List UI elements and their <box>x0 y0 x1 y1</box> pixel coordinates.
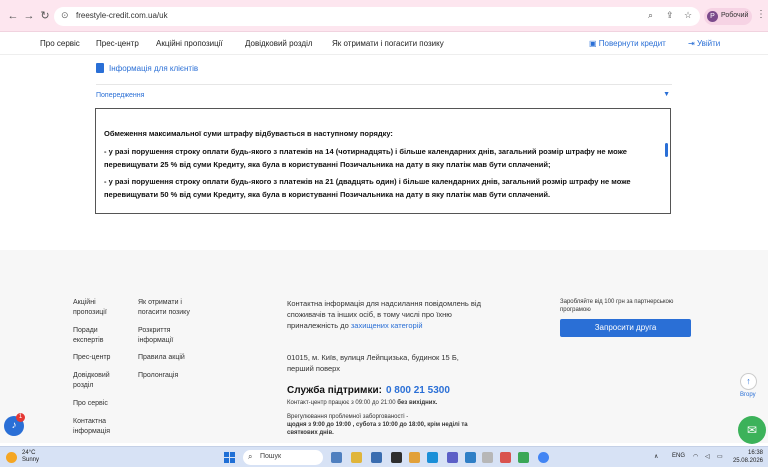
scroll-up-icon[interactable]: ↑ <box>740 373 757 390</box>
contact-center-hours: Контакт-центр працює з 09:00 до 21:00 бе… <box>287 400 438 406</box>
document-icon <box>96 63 104 73</box>
login-link[interactable]: ⇥ Увійти <box>688 39 720 48</box>
chrome-icon[interactable] <box>538 452 549 463</box>
nav-about[interactable]: Про сервіс <box>40 39 80 48</box>
scroll-up-label[interactable]: Вгору <box>740 392 756 398</box>
footer-link[interactable]: Контактна інформація <box>73 417 123 437</box>
support-phone[interactable]: 0 800 21 5300 <box>386 385 450 396</box>
footer-link[interactable]: Довідковий розділ <box>73 371 123 391</box>
share-icon[interactable]: ⇪ <box>666 10 674 21</box>
notification-badge: 1 <box>16 413 25 422</box>
accordion-title: Попередження <box>96 92 145 99</box>
weather-widget[interactable]: 24°C Sunny <box>22 450 39 464</box>
footer-link[interactable]: Поради експертів <box>73 326 123 346</box>
notification-bell-icon[interactable]: ♪ 1 <box>4 413 25 436</box>
profile-button[interactable]: Р Робочий <box>704 8 752 25</box>
protected-categories-link[interactable]: захищених категорій <box>351 321 423 330</box>
support-line: Служба підтримки: 0 800 21 5300 <box>287 385 450 396</box>
app-icon[interactable] <box>391 452 402 463</box>
taskbar: 24°C Sunny ⌕ Пошук ∧ ENG ◠ ◁ ▭ 16:38 25.08… <box>0 446 768 467</box>
menu-icon[interactable]: ⋮ <box>756 9 766 20</box>
app-icon[interactable] <box>331 452 342 463</box>
battery-icon[interactable]: ▭ <box>717 453 723 460</box>
partner-promo-text: Заробляйте від 100 грн за партнерською п… <box>560 299 674 313</box>
taskbar-search[interactable]: ⌕ Пошук <box>243 450 323 465</box>
card-icon: ▣ <box>589 39 599 48</box>
profile-label: Робочий <box>721 12 749 19</box>
nav-press[interactable]: Прес-центр <box>96 39 139 48</box>
app-icon[interactable] <box>518 452 529 463</box>
language-indicator[interactable]: ENG <box>672 453 685 459</box>
warning-paragraph: - у разі порушення строку оплати будь-як… <box>104 177 631 199</box>
nav-how-to-get[interactable]: Як отримати і погасити позику <box>332 39 444 48</box>
search-icon: ⌕ <box>248 452 253 461</box>
app-icon[interactable] <box>482 452 493 463</box>
app-icon[interactable] <box>500 452 511 463</box>
warning-accordion-header[interactable]: Попередження ▼ <box>96 84 672 104</box>
back-icon[interactable]: ← <box>6 9 20 23</box>
warning-paragraph: Обмеження максимальної суми штрафу відбу… <box>104 129 393 138</box>
address: 01015, м. Київ, вулиця Лейпцизька, будин… <box>287 353 459 373</box>
app-icon[interactable] <box>427 452 438 463</box>
reload-icon[interactable]: ↻ <box>38 9 52 23</box>
chat-icon[interactable]: ✉ <box>738 416 766 444</box>
address-bar[interactable]: ⊙ freestyle-credit.com.ua/uk ⌕ ⇪ ☆ <box>54 7 700 26</box>
invite-friend-button[interactable]: Запросити друга <box>560 319 691 337</box>
info-for-clients-link[interactable]: Інформація для клієнтів <box>96 63 198 73</box>
footer-link[interactable]: Прес-центр <box>73 353 123 363</box>
footer-link[interactable]: Як отримати і погасити позику <box>138 298 203 318</box>
scrollbar-thumb[interactable] <box>665 143 668 157</box>
warning-text-box[interactable]: Обмеження максимальної суми штрафу відбу… <box>95 108 671 214</box>
tray-chevron-icon[interactable]: ∧ <box>654 453 658 460</box>
footer-link[interactable]: Пролонгація <box>138 371 203 381</box>
debt-settlement-hours: Врегулювання проблемної заборгованості -… <box>287 414 468 436</box>
clock[interactable]: 16:38 25.08.2026 <box>731 449 763 465</box>
login-icon: ⇥ <box>688 39 697 48</box>
footer-link[interactable]: Розкриття інформації <box>138 326 203 346</box>
zoom-icon[interactable]: ⌕ <box>648 10 653 21</box>
contact-info: Контактна інформація для надсилання пові… <box>287 299 481 330</box>
forward-icon[interactable]: → <box>22 9 36 23</box>
app-icon[interactable] <box>465 452 476 463</box>
return-credit-link[interactable]: ▣ Повернути кредит <box>589 39 666 48</box>
avatar: Р <box>707 11 718 22</box>
volume-icon[interactable]: ◁ <box>705 453 710 460</box>
chevron-down-icon: ▼ <box>663 91 670 98</box>
nav-promos[interactable]: Акційні пропозиції <box>156 39 223 48</box>
footer-link[interactable]: Про сервіс <box>73 399 123 409</box>
footer-link[interactable]: Акційні пропозиції <box>73 298 123 318</box>
app-icon[interactable] <box>351 452 362 463</box>
windows-start-icon[interactable] <box>224 452 235 463</box>
app-icon[interactable] <box>447 452 458 463</box>
wifi-icon[interactable]: ◠ <box>693 453 698 460</box>
site-info-icon[interactable]: ⊙ <box>61 10 69 21</box>
footer-link[interactable]: Правила акцій <box>138 353 203 363</box>
url-text[interactable]: freestyle-credit.com.ua/uk <box>76 11 168 20</box>
warning-paragraph: - у разі порушення строку оплати будь-як… <box>104 147 627 169</box>
browser-toolbar: ← → ↻ ⊙ freestyle-credit.com.ua/uk ⌕ ⇪ ☆… <box>0 0 768 32</box>
site-header: Про сервіс Прес-центр Акційні пропозиції… <box>0 33 768 55</box>
app-icon[interactable] <box>409 452 420 463</box>
app-icon[interactable] <box>371 452 382 463</box>
bookmark-star-icon[interactable]: ☆ <box>684 10 692 21</box>
weather-sun-icon[interactable] <box>6 452 17 463</box>
nav-reference[interactable]: Довідковий розділ <box>245 39 313 48</box>
